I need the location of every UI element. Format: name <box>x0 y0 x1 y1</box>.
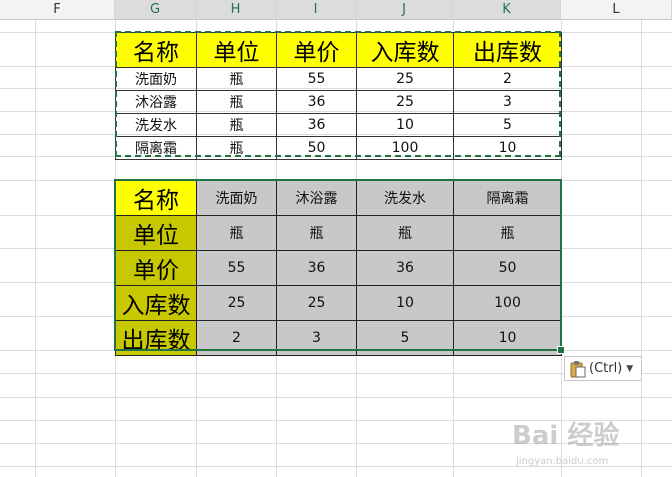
table-cell[interactable]: 瓶 <box>276 215 357 251</box>
fill-handle[interactable] <box>557 346 565 354</box>
column-header-G[interactable]: G <box>115 0 196 20</box>
source-table: 名称 单位 单价 入库数 出库数 洗面奶 瓶 55 25 2 沐浴露 瓶 36 … <box>115 32 562 160</box>
table-cell[interactable]: 洗发水 <box>115 113 197 137</box>
table-cell[interactable]: 10 <box>453 320 562 356</box>
table-cell[interactable]: 100 <box>356 136 454 160</box>
table-cell[interactable]: 瓶 <box>196 113 277 137</box>
table-cell[interactable]: 36 <box>276 113 357 137</box>
table-cell[interactable]: 隔离霜 <box>115 136 197 160</box>
table-cell[interactable]: 25 <box>356 90 454 114</box>
table-cell[interactable]: 5 <box>453 113 562 137</box>
table-cell[interactable]: 10 <box>356 285 454 321</box>
table-cell[interactable]: 瓶 <box>356 215 454 251</box>
table-cell[interactable]: 36 <box>276 250 357 286</box>
clipboard-icon <box>570 360 586 378</box>
table-cell[interactable]: 瓶 <box>196 215 277 251</box>
paste-options-button[interactable]: (Ctrl) ▼ <box>564 356 642 381</box>
table-cell[interactable]: 100 <box>453 285 562 321</box>
table-cell[interactable]: 洗面奶 <box>196 180 277 216</box>
table-cell[interactable]: 瓶 <box>453 215 562 251</box>
watermark-sub: jingyan.baidu.com <box>515 456 608 467</box>
row-header-cell[interactable]: 单位 <box>115 215 197 251</box>
row-header-cell[interactable]: 单价 <box>115 250 197 286</box>
table-cell[interactable]: 55 <box>276 67 357 91</box>
table-cell[interactable]: 3 <box>276 320 357 356</box>
table-cell[interactable]: 2 <box>196 320 277 356</box>
watermark-text: Bai 经验 <box>512 420 619 451</box>
column-header-F[interactable]: F <box>0 0 115 20</box>
header-cell[interactable]: 出库数 <box>453 32 562 68</box>
table-cell[interactable]: 5 <box>356 320 454 356</box>
table-cell[interactable]: 隔离霜 <box>453 180 562 216</box>
transposed-table: 名称 洗面奶 沐浴露 洗发水 隔离霜 单位 瓶 瓶 瓶 瓶 单价 55 36 3… <box>115 180 562 356</box>
table-cell[interactable]: 沐浴露 <box>276 180 357 216</box>
paste-options-label: (Ctrl) <box>589 361 623 376</box>
table-cell[interactable]: 25 <box>356 67 454 91</box>
header-cell[interactable]: 单位 <box>196 32 277 68</box>
table-cell[interactable]: 3 <box>453 90 562 114</box>
header-cell[interactable]: 名称 <box>115 32 197 68</box>
spreadsheet: F G H I J K L 名称 单位 单价 入库数 出库数 洗面奶 瓶 55 … <box>0 0 672 477</box>
table-cell[interactable]: 洗面奶 <box>115 67 197 91</box>
table-cell[interactable]: 瓶 <box>196 136 277 160</box>
table-cell[interactable]: 瓶 <box>196 67 277 91</box>
table-cell[interactable]: 36 <box>356 250 454 286</box>
column-header-I[interactable]: I <box>276 0 356 20</box>
baidu-watermark-logo: Bai 经验 jingyan.baidu.com <box>510 412 670 472</box>
table-cell[interactable]: 25 <box>276 285 357 321</box>
gridline <box>0 397 672 398</box>
table-cell[interactable]: 50 <box>453 250 562 286</box>
table-cell[interactable]: 10 <box>453 136 562 160</box>
table-cell[interactable]: 25 <box>196 285 277 321</box>
table-cell[interactable]: 10 <box>356 113 454 137</box>
table-cell[interactable]: 50 <box>276 136 357 160</box>
row-header-cell[interactable]: 出库数 <box>115 320 197 356</box>
column-header-L[interactable]: L <box>561 0 672 20</box>
column-header-J[interactable]: J <box>356 0 453 20</box>
row-header-cell[interactable]: 入库数 <box>115 285 197 321</box>
row-header-cell[interactable]: 名称 <box>115 180 197 216</box>
table-cell[interactable]: 2 <box>453 67 562 91</box>
table-cell[interactable]: 洗发水 <box>356 180 454 216</box>
header-cell[interactable]: 单价 <box>276 32 357 68</box>
column-header-K[interactable]: K <box>453 0 561 20</box>
column-header-H[interactable]: H <box>196 0 276 20</box>
table-cell[interactable]: 55 <box>196 250 277 286</box>
table-cell[interactable]: 沐浴露 <box>115 90 197 114</box>
header-cell[interactable]: 入库数 <box>356 32 454 68</box>
caret-down-icon: ▼ <box>626 363 634 374</box>
table-cell[interactable]: 36 <box>276 90 357 114</box>
table-cell[interactable]: 瓶 <box>196 90 277 114</box>
